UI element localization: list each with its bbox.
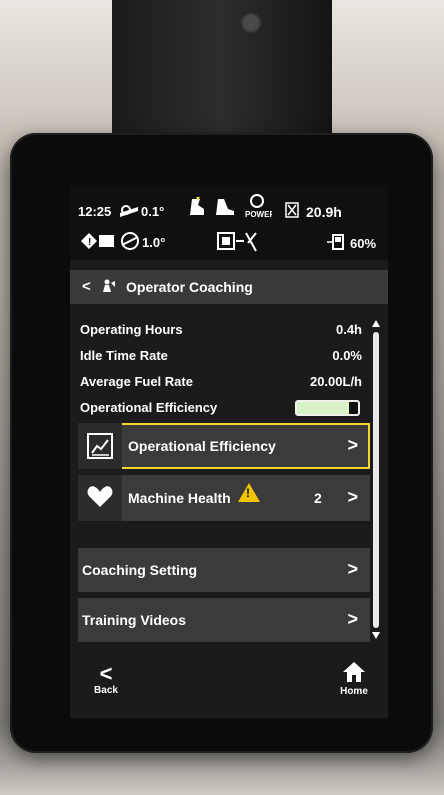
back-chevron-icon: <	[99, 661, 113, 686]
chevron-right-icon: >	[347, 435, 358, 455]
home-button[interactable]: Home	[336, 661, 372, 697]
metric-row: Operating Hours 0.4h	[80, 322, 362, 338]
fuel-icon	[327, 234, 344, 250]
warning-alert-icon: !	[81, 233, 114, 249]
metric-row: Average Fuel Rate 20.00L/h	[80, 374, 362, 390]
efficiency-level-bar	[295, 400, 360, 416]
operational-efficiency-button[interactable]: Operational Efficiency >	[78, 423, 370, 469]
attachment-mode-icon	[217, 232, 257, 252]
hourglass-icon	[285, 202, 299, 218]
heart-icon-box	[78, 475, 122, 521]
scrollbar[interactable]	[372, 320, 380, 640]
menu-label: Coaching Setting	[82, 562, 198, 578]
alert-count: 2	[314, 490, 322, 506]
warning-icon: !	[238, 483, 260, 502]
home-icon	[343, 662, 365, 682]
card-label: Operational Efficiency	[128, 438, 276, 454]
metric-row: Operational Efficiency	[80, 400, 362, 418]
power-mode-icon: POWER	[245, 194, 272, 219]
scroll-up-arrow-icon[interactable]	[372, 320, 380, 327]
clock: 12:25	[78, 204, 112, 219]
back-label: Back	[94, 685, 118, 696]
metric-value: 20.00L/h	[309, 374, 362, 389]
chevron-right-icon: >	[347, 559, 358, 579]
menu-label: Training Videos	[82, 612, 186, 628]
machine-health-button[interactable]: Machine Health ! 2 >	[78, 475, 370, 521]
scroll-down-arrow-icon[interactable]	[372, 632, 380, 639]
chevron-right-icon: >	[347, 487, 358, 507]
work-mode-icon	[216, 199, 234, 215]
operator-seat-icon	[190, 197, 204, 215]
svg-text:POWER: POWER	[245, 210, 272, 219]
fuel-level: 60%	[350, 236, 377, 251]
page-title: Operator Coaching	[126, 279, 253, 295]
scrollbar-thumb[interactable]	[373, 332, 379, 628]
chart-icon	[87, 433, 113, 459]
metric-label: Average Fuel Rate	[80, 374, 193, 389]
machine-tilt-icon	[120, 205, 138, 217]
metric-value: 0.0%	[332, 348, 362, 363]
chevron-right-icon: >	[347, 609, 358, 629]
mount-knob	[240, 12, 262, 34]
title-bar: < Operator Coaching	[70, 270, 388, 304]
metric-row: Idle Time Rate 0.0%	[80, 348, 362, 364]
tilt-bottom-value: 1.0°	[142, 235, 166, 250]
operator-coaching-icon	[103, 279, 115, 292]
metric-label: Operational Efficiency	[80, 400, 218, 415]
back-button[interactable]: < Back	[88, 661, 124, 697]
chart-icon-box	[78, 423, 122, 469]
efficiency-level-fill	[297, 402, 349, 414]
display-screen: 12:25 0.1° POWER 20.9h ! 1.0°	[70, 185, 388, 718]
status-bar: 12:25 0.1° POWER 20.9h ! 1.0°	[70, 185, 388, 260]
coaching-setting-button[interactable]: Coaching Setting >	[78, 548, 370, 592]
home-label: Home	[340, 686, 368, 697]
card-label: Machine Health	[128, 490, 231, 506]
svg-text:!: !	[88, 237, 91, 248]
engine-hours: 20.9h	[306, 204, 342, 220]
metric-label: Idle Time Rate	[80, 348, 168, 363]
training-videos-button[interactable]: Training Videos >	[78, 598, 370, 642]
slope-angle-icon	[121, 232, 139, 250]
heart-icon	[87, 486, 113, 507]
title-back-chevron-icon[interactable]: <	[82, 278, 91, 295]
metric-value: 0.4h	[335, 322, 362, 337]
metric-label: Operating Hours	[80, 322, 183, 337]
tilt-top-value: 0.1°	[141, 204, 165, 219]
